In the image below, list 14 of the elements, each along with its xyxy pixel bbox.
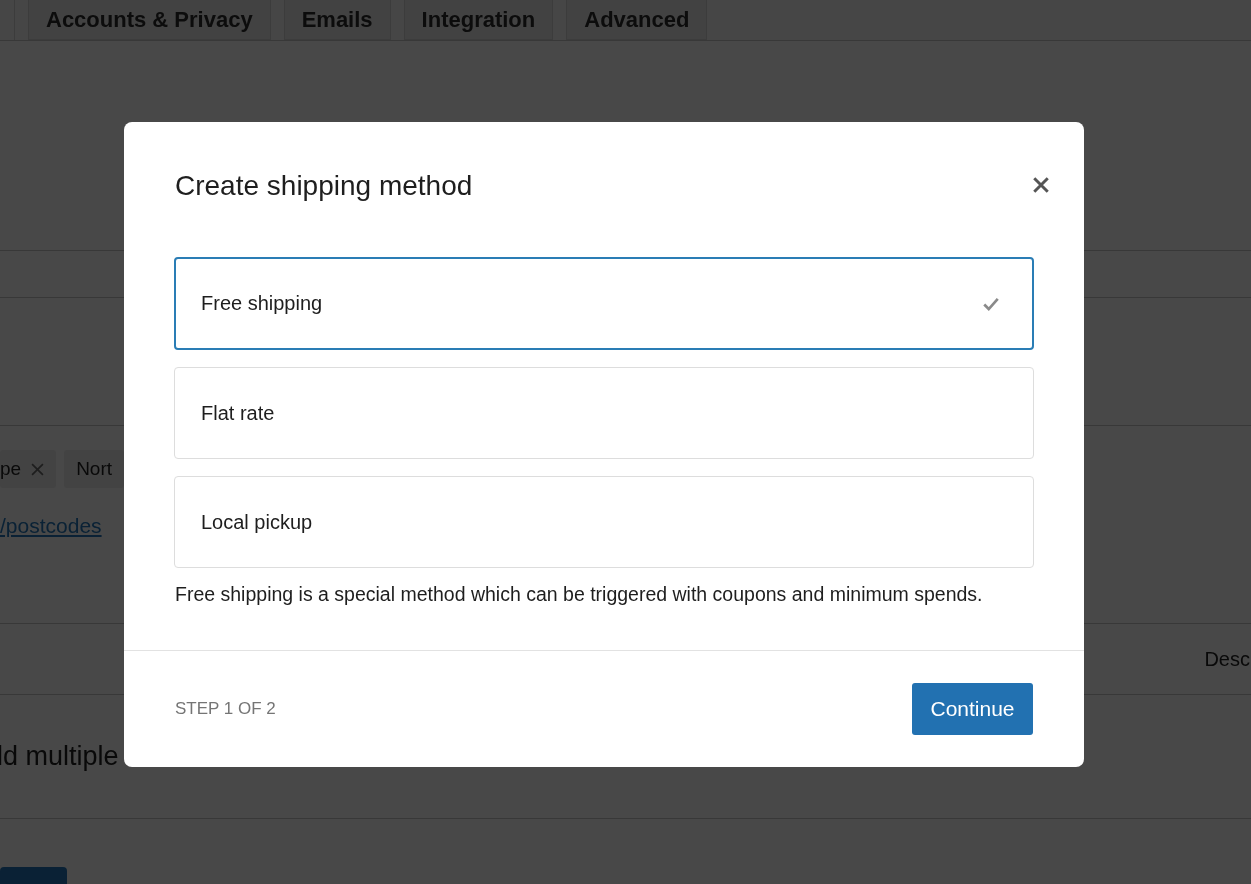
shipping-option[interactable]: Flat rate	[174, 367, 1034, 459]
close-icon[interactable]	[1032, 176, 1050, 194]
postcodes-link[interactable]: /postcodes	[0, 514, 102, 538]
option-label: Free shipping	[201, 292, 323, 315]
continue-button[interactable]: Continue	[912, 683, 1033, 735]
tag-label: pe	[0, 458, 22, 480]
option-label: Flat rate	[201, 401, 275, 425]
step-indicator: STEP 1 OF 2	[175, 699, 276, 719]
option-label: Local pickup	[201, 510, 313, 534]
column-heading: Desc	[1204, 647, 1250, 671]
shipping-option[interactable]: Local pickup	[174, 476, 1034, 568]
modal-title: Create shipping method	[175, 170, 473, 202]
method-description: Free shipping is a special method which can be triggered with coupons and minimum spends.	[175, 583, 984, 606]
shipping-option[interactable]: Free shipping	[174, 257, 1034, 350]
